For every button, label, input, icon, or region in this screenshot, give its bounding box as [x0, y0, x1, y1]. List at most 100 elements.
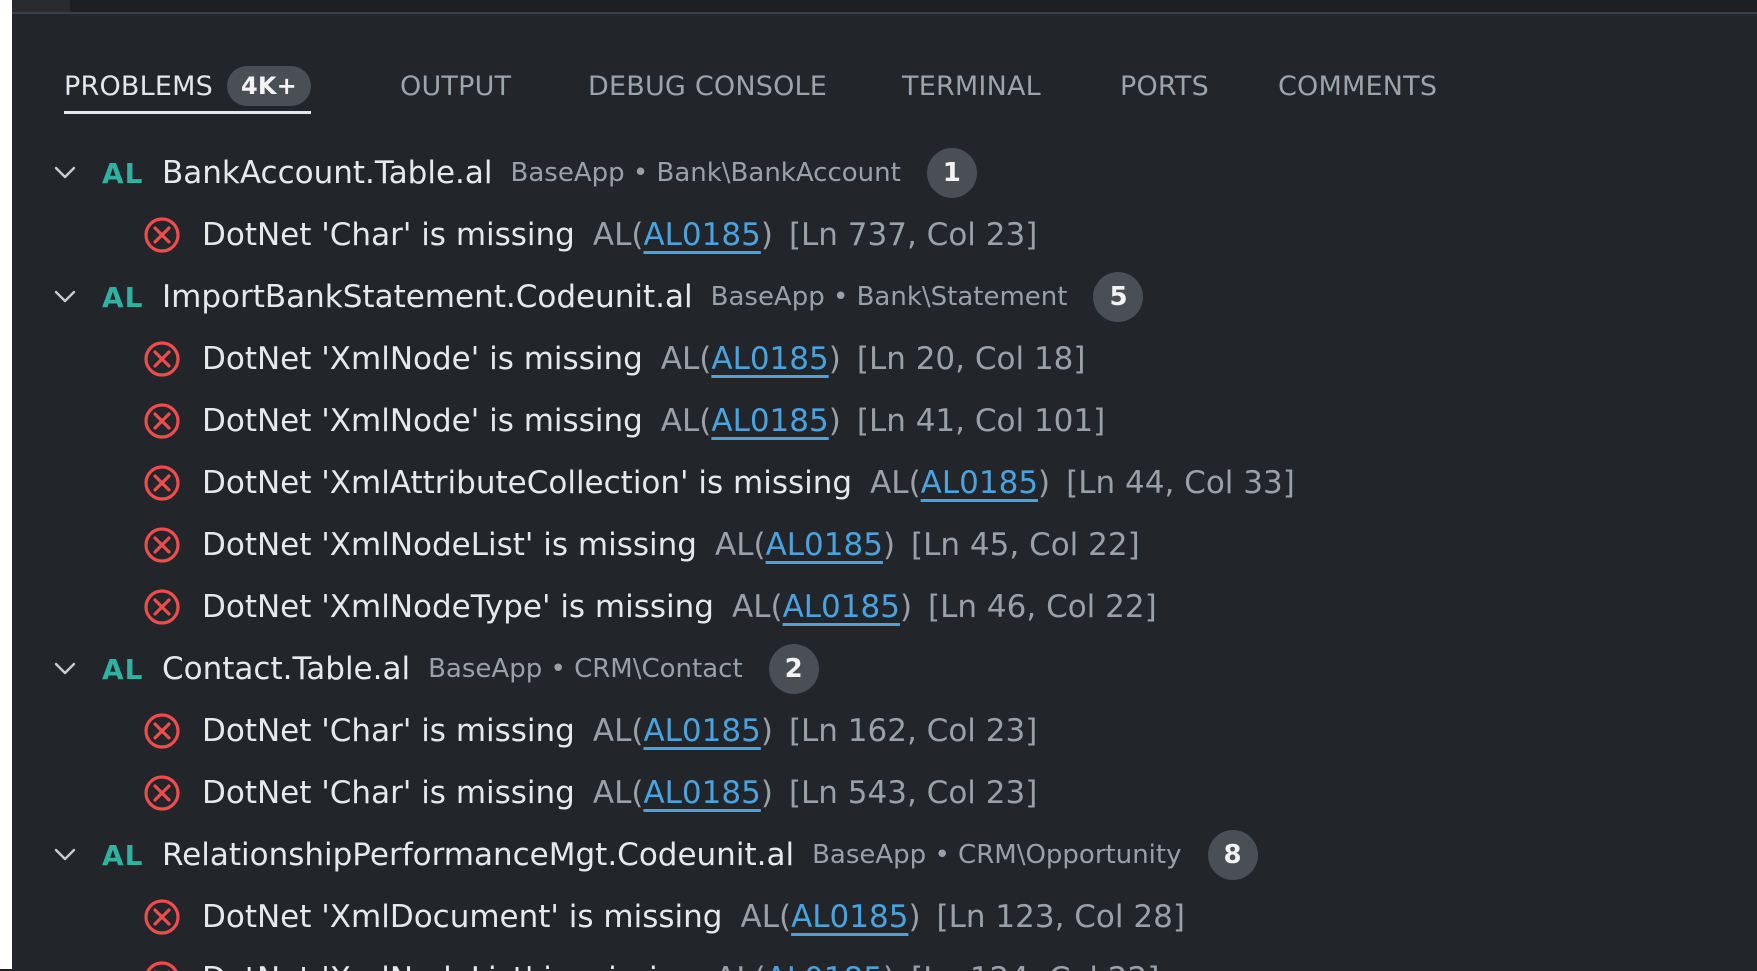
problem-location: [Ln 44, Col 33] [1066, 465, 1295, 501]
window-top-strip [0, 0, 1757, 12]
problem-source-suffix: ) [908, 899, 921, 935]
problem-text: DotNet 'XmlNodeList' is missing AL(AL0185… [202, 961, 1159, 971]
problem-row[interactable]: DotNet 'XmlNode' is missing AL(AL0185) [Ln… [12, 390, 1757, 452]
problem-row[interactable]: DotNet 'XmlDocument' is missing AL(AL0185… [12, 886, 1757, 948]
file-group-row[interactable]: AL RelationshipPerformanceMgt.Codeunit.al… [12, 824, 1757, 886]
problem-text: DotNet 'Char' is missing AL(AL0185) [Ln 54… [202, 775, 1037, 811]
problem-source: AL(AL0185) [593, 713, 773, 749]
problem-row[interactable]: DotNet 'XmlAttributeCollection' is missi… [12, 452, 1757, 514]
file-name: Contact.Table.al [162, 651, 411, 687]
problems-panel: PROBLEMS 4K+ OUTPUT DEBUG CONSOLE TERMIN… [12, 12, 1757, 971]
problem-source-prefix: AL( [740, 899, 792, 935]
problem-row[interactable]: DotNet 'Char' is missing AL(AL0185) [Ln 54… [12, 762, 1757, 824]
error-icon [142, 711, 182, 751]
tab-terminal[interactable]: TERMINAL [902, 66, 1041, 106]
problem-message: DotNet 'XmlDocument' is missing [202, 899, 723, 935]
panel-tabs: PROBLEMS 4K+ OUTPUT DEBUG CONSOLE TERMIN… [12, 14, 1757, 114]
problem-text: DotNet 'XmlNode' is missing AL(AL0185) [Ln… [202, 341, 1085, 377]
tab-comments[interactable]: COMMENTS [1278, 66, 1437, 106]
problem-count-badge: 2 [768, 644, 819, 694]
problem-source-prefix: AL( [714, 527, 766, 563]
problem-source-suffix: ) [899, 589, 913, 625]
problem-code-link[interactable]: AL0185 [643, 713, 760, 749]
chevron-down-icon[interactable] [50, 282, 80, 312]
tab-ports[interactable]: PORTS [1120, 66, 1209, 106]
chevron-down-icon[interactable] [50, 654, 80, 684]
problem-source: AL(AL0185) [715, 961, 895, 971]
al-file-icon: AL [102, 156, 144, 190]
problem-source: AL(AL0185) [715, 527, 895, 563]
tab-output[interactable]: OUTPUT [400, 66, 511, 106]
problem-message: DotNet 'XmlNode' is missing [202, 341, 643, 377]
problem-source-suffix: ) [760, 713, 773, 749]
file-description: BaseApp • Bank\BankAccount [510, 158, 901, 188]
error-icon [142, 339, 182, 379]
file-name: ImportBankStatement.Codeunit.al [162, 279, 693, 315]
problem-source-prefix: AL( [870, 465, 921, 501]
problem-row[interactable]: DotNet 'XmlNodeList' is missing AL(AL0185… [12, 948, 1757, 971]
problem-code-link[interactable]: AL0185 [711, 403, 828, 439]
problem-text: DotNet 'XmlNodeType' is missing AL(AL0185… [202, 589, 1157, 625]
error-icon [142, 587, 182, 627]
problems-count-badge: 4K+ [226, 66, 311, 106]
problem-message: DotNet 'XmlNode' is missing [202, 403, 643, 439]
problem-code-link[interactable]: AL0185 [643, 217, 760, 253]
problem-source: AL(AL0185) [593, 217, 773, 253]
problem-source-prefix: AL( [592, 713, 644, 749]
tab-ports-label: PORTS [1120, 70, 1209, 102]
problem-code-link[interactable]: AL0185 [643, 775, 760, 811]
problem-code-link[interactable]: AL0185 [791, 899, 908, 935]
window-left-border [0, 0, 12, 969]
problem-location: [Ln 123, Col 28] [936, 899, 1185, 935]
tab-debug-console-label: DEBUG CONSOLE [588, 70, 828, 102]
problem-text: DotNet 'XmlNode' is missing AL(AL0185) [Ln… [202, 403, 1105, 439]
problem-location: [Ln 543, Col 23] [788, 775, 1038, 811]
error-icon [142, 401, 182, 441]
problem-message: DotNet 'XmlAttributeCollection' is missi… [202, 465, 853, 501]
problem-row[interactable]: DotNet 'Char' is missing AL(AL0185) [Ln 16… [12, 700, 1757, 762]
problem-source-prefix: AL( [660, 403, 712, 439]
problem-source-suffix: ) [828, 403, 841, 439]
problem-source: AL(AL0185) [593, 775, 773, 811]
tab-problems-label: PROBLEMS [64, 70, 213, 102]
problem-location: [Ln 20, Col 18] [856, 341, 1086, 377]
tab-problems[interactable]: PROBLEMS 4K+ [64, 66, 311, 114]
problem-code-link[interactable]: AL0185 [766, 961, 883, 971]
problem-row[interactable]: DotNet 'XmlNode' is missing AL(AL0185) [Ln… [12, 328, 1757, 390]
problem-message: DotNet 'XmlNodeList' is missing [202, 527, 697, 563]
problem-code-link[interactable]: AL0185 [711, 341, 828, 377]
problem-source-suffix: ) [1038, 465, 1051, 501]
problem-source-prefix: AL( [592, 217, 644, 253]
problem-source-suffix: ) [882, 527, 896, 563]
problem-text: DotNet 'Char' is missing AL(AL0185) [Ln 73… [202, 217, 1037, 253]
problem-location: [Ln 162, Col 23] [788, 713, 1038, 749]
chevron-down-icon[interactable] [50, 840, 80, 870]
problem-source: AL(AL0185) [870, 465, 1050, 501]
tab-debug-console[interactable]: DEBUG CONSOLE [588, 66, 827, 106]
problem-source-prefix: AL( [731, 589, 783, 625]
file-description: BaseApp • Bank\Statement [710, 282, 1068, 312]
problem-source-prefix: AL( [715, 961, 766, 971]
problem-code-link[interactable]: AL0185 [766, 527, 883, 563]
problem-row[interactable]: DotNet 'XmlNodeList' is missing AL(AL0185… [12, 514, 1757, 576]
file-name: BankAccount.Table.al [162, 155, 493, 191]
file-group-row[interactable]: AL ImportBankStatement.Codeunit.al BaseApp… [12, 266, 1757, 328]
group-header: RelationshipPerformanceMgt.Codeunit.al Ba… [162, 830, 1258, 880]
file-description: BaseApp • CRM\Opportunity [812, 840, 1182, 870]
problem-source: AL(AL0185) [740, 899, 920, 935]
tab-comments-label: COMMENTS [1278, 70, 1438, 102]
problems-tree: AL BankAccount.Table.al BaseApp • Bank\Ban… [12, 142, 1757, 971]
file-group-row[interactable]: AL Contact.Table.al BaseApp • CRM\Contact 2 [12, 638, 1757, 700]
problem-source-suffix: ) [828, 341, 841, 377]
problem-row[interactable]: DotNet 'XmlNodeType' is missing AL(AL0185… [12, 576, 1757, 638]
problem-code-link[interactable]: AL0185 [783, 589, 900, 625]
chevron-down-icon[interactable] [50, 158, 80, 188]
problem-row[interactable]: DotNet 'Char' is missing AL(AL0185) [Ln 73… [12, 204, 1757, 266]
problem-location: [Ln 45, Col 22] [911, 527, 1140, 563]
problem-code-link[interactable]: AL0185 [921, 465, 1038, 501]
problem-location: [Ln 41, Col 101] [856, 403, 1106, 439]
problem-message: DotNet 'Char' is missing [202, 713, 575, 749]
file-group-row[interactable]: AL BankAccount.Table.al BaseApp • Bank\Ban… [12, 142, 1757, 204]
error-icon [142, 959, 182, 971]
problem-source: AL(AL0185) [661, 403, 841, 439]
